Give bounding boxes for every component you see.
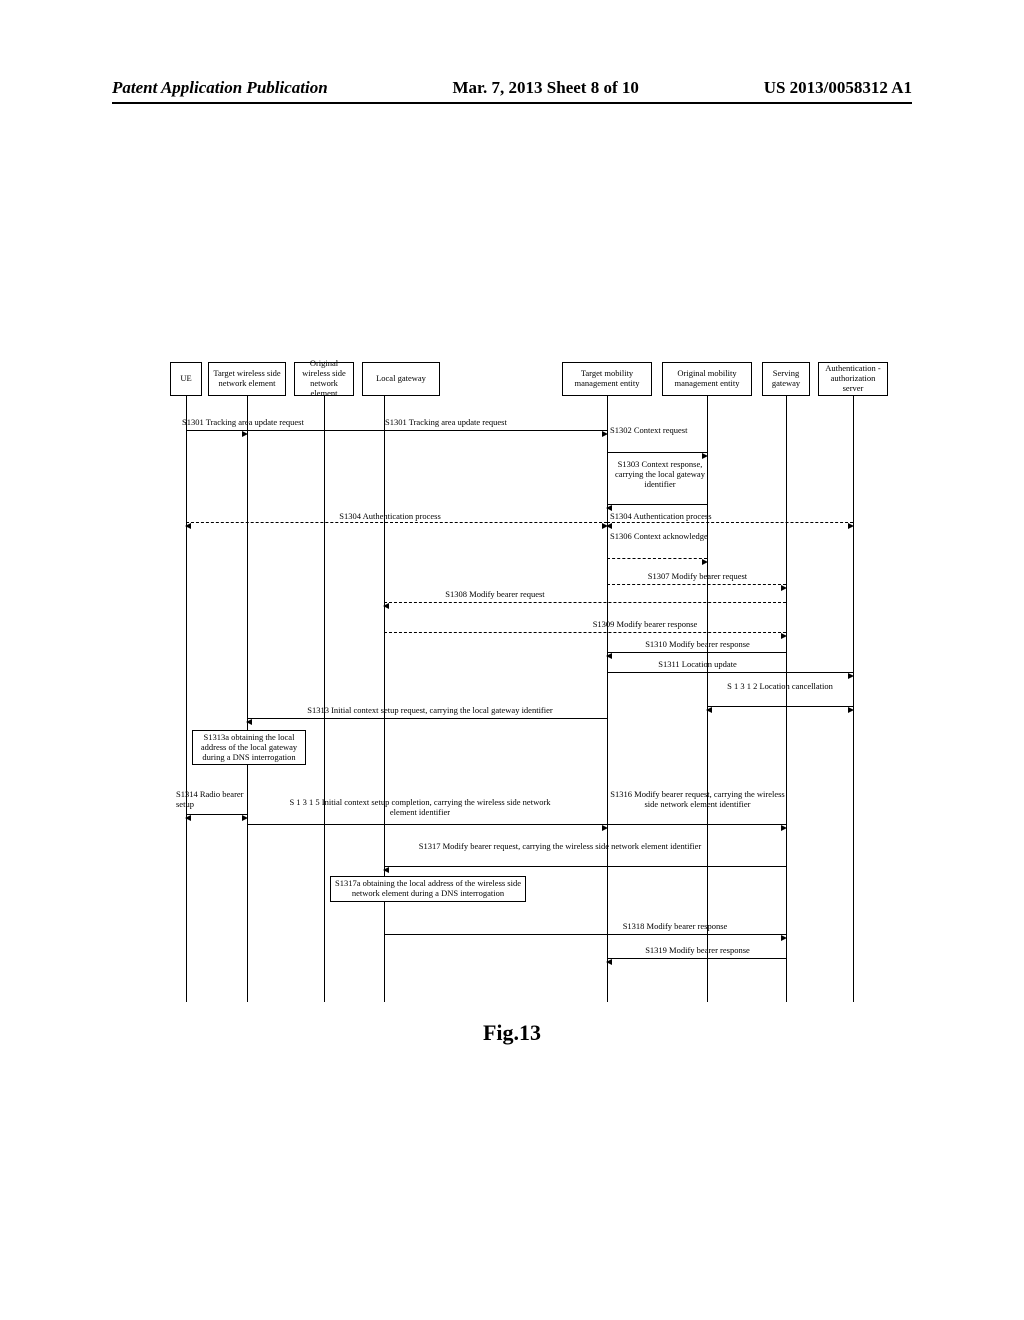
actor-auth-server: Authentication -authorization server [818,362,888,396]
msg-s1319-arrow [607,958,786,959]
msg-s1316-label: S1316 Modify bearer request, carrying th… [610,790,785,810]
msg-s1317-label: S1317 Modify bearer request, carrying th… [410,842,710,852]
page-header: Patent Application Publication Mar. 7, 2… [112,78,912,98]
lifeline-original-wse [324,396,325,1002]
actor-label: Serving gateway [765,369,807,389]
msg-s1309-arrow [384,632,786,633]
msg-s1310-arrow [607,652,786,653]
msg-s1308-arrow [384,602,786,603]
sequence-diagram: UE Target wireless side network element … [170,362,890,1002]
msg-s1306-label: S1306 Context acknowledge [610,532,710,542]
actor-ue: UE [170,362,202,396]
actor-local-gw: Local gateway [362,362,440,396]
actor-target-wse: Target wireless side network element [208,362,286,396]
msg-s1315-arrow [247,824,607,825]
msg-s1312-arrow [707,706,853,707]
note-s1317a: S1317a obtaining the local address of th… [330,876,526,902]
msg-s1302-label: S1302 Context request [610,426,710,436]
header-right: US 2013/0058312 A1 [764,78,912,98]
msg-s1307-arrow [607,584,786,585]
header-rule [112,102,912,104]
msg-s1304a-label: S1304 Authentication process [240,512,540,522]
actor-label: UE [180,374,191,384]
msg-s1302-arrow [607,452,707,453]
actor-label: Target mobility management entity [565,369,649,389]
msg-s1304a-arrow [186,522,607,523]
msg-s1313-arrow [247,718,607,719]
msg-s1314-arrow [186,814,247,815]
msg-s1316-arrow [607,824,786,825]
msg-s1313-label: S1313 Initial context setup request, car… [260,706,600,716]
lifeline-target-mme [607,396,608,1002]
msg-s1312-label: S 1 3 1 2 Location cancellation [710,682,850,692]
figure-caption: Fig.13 [0,1020,1024,1046]
lifeline-local-gw [384,396,385,1002]
msg-s1315-label: S 1 3 1 5 Initial context setup completi… [280,798,560,818]
lifeline-target-wse [247,396,248,1002]
msg-s1303-arrow [607,504,707,505]
header-left: Patent Application Publication [112,78,328,98]
lifeline-auth-server [853,396,854,1002]
msg-s1318-label: S1318 Modify bearer response [570,922,780,932]
header-mid: Mar. 7, 2013 Sheet 8 of 10 [453,78,639,98]
actor-label: Authentication -authorization server [821,364,885,393]
msg-s1311-label: S1311 Location update [610,660,785,670]
msg-s1307-label: S1307 Modify bearer request [610,572,785,582]
msg-s1304b-arrow [607,522,853,523]
figure-caption-text: Fig.13 [483,1020,541,1045]
msg-s1306-arrow [607,558,707,559]
msg-s1314-label: S1314 Radio bearer setup [176,790,246,810]
msg-s1309-label: S1309 Modify bearer response [510,620,780,630]
lifeline-ue [186,396,187,1002]
actor-serving-gw: Serving gateway [762,362,810,396]
msg-s1308-label: S1308 Modify bearer request [395,590,595,600]
page: Patent Application Publication Mar. 7, 2… [0,0,1024,1320]
msg-s1310-label: S1310 Modify bearer response [610,640,785,650]
actor-label: Original wireless side network element [297,359,351,398]
note-s1313a: S1313a obtaining the local address of th… [192,730,306,765]
note-s1317a-text: S1317a obtaining the local address of th… [335,878,521,898]
msg-s1301a-arrow [186,430,247,431]
lifeline-serving-gw [786,396,787,1002]
actor-label: Target wireless side network element [211,369,283,389]
msg-s1301b-label: S1301 Tracking area update request [385,418,585,428]
msg-s1303-label: S1303 Context response, carrying the loc… [610,460,710,489]
actor-label: Original mobility management entity [665,369,749,389]
msg-s1304b-label: S1304 Authentication process [610,512,790,522]
actor-target-mme: Target mobility management entity [562,362,652,396]
msg-s1301b-arrow [247,430,607,431]
msg-s1317-arrow [384,866,786,867]
note-s1313a-text: S1313a obtaining the local address of th… [201,732,297,762]
msg-s1319-label: S1319 Modify bearer response [610,946,785,956]
actor-original-mme: Original mobility management entity [662,362,752,396]
actor-original-wse: Original wireless side network element [294,362,354,396]
actor-label: Local gateway [376,374,426,384]
msg-s1318-arrow [384,934,786,935]
msg-s1311-arrow [607,672,853,673]
msg-s1301a-label: S1301 Tracking area update request [182,418,347,428]
